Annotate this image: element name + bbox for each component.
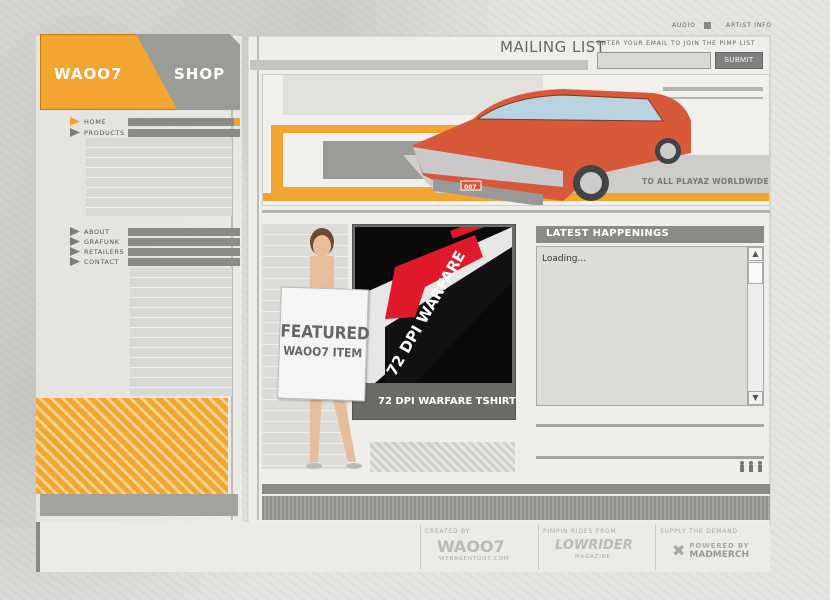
nav-item-retailers[interactable]: RETAILERS [70, 247, 240, 256]
arrow-icon [70, 128, 80, 137]
footer-caption: MAGAZINE [575, 554, 611, 560]
nav-bar [128, 257, 240, 266]
orange-hatch-panel [36, 398, 228, 494]
nav-bar [128, 117, 234, 126]
primary-nav: HOME PRODUCTS [70, 117, 240, 137]
news-scrollbar[interactable]: ▲ ▼ [747, 247, 763, 405]
hero-banner [262, 74, 770, 206]
nav-filler-lines [130, 268, 232, 396]
top-links: AUDIO ARTIST INFO [672, 22, 772, 29]
news-panel [536, 246, 764, 406]
nav-label: RETAILERS [84, 247, 125, 256]
featured-product-label[interactable]: 72 DPI WARFARE TSHIRT [378, 396, 516, 407]
logo-block[interactable]: WAOO7 SHOP [40, 34, 240, 110]
nav-bar [128, 227, 240, 236]
active-indicator [234, 117, 240, 126]
hero-tagline: TO ALL PLAYAZ WORLDWIDE [642, 177, 769, 186]
nav-label: ABOUT [84, 227, 110, 236]
bottom-bar [262, 484, 770, 494]
mailing-list-prompt: ENTER YOUR EMAIL TO JOIN THE PIMP LIST [597, 40, 756, 47]
arrow-icon [70, 237, 80, 246]
nav-item-products[interactable]: PRODUCTS [70, 128, 240, 137]
email-input[interactable] [597, 52, 711, 69]
audio-link[interactable]: AUDIO [672, 22, 696, 29]
footer-madmerch[interactable]: SUPPLY THE DEMAND ✖ POWERED BY MADMERCH [655, 524, 767, 570]
nav-label: CONTACT [84, 257, 120, 266]
nav-bar [128, 128, 240, 137]
nav-item-contact[interactable]: CONTACT [70, 257, 240, 266]
arrow-icon [70, 247, 80, 256]
artist-info-link[interactable]: ARTIST INFO [726, 22, 772, 29]
footer-created-by[interactable]: CREATED BY WAOO7 WEBAGENTOO7.COM [420, 524, 532, 570]
news-content: Loading... [542, 254, 587, 264]
powered-by: POWERED BY [689, 541, 750, 550]
footer-caption: SUPPLY THE DEMAND [660, 528, 738, 535]
mailing-list-title: MAILING LIST [500, 38, 606, 56]
audio-toggle-icon[interactable] [704, 22, 712, 29]
footer-lowrider[interactable]: PIMPIN RIDES FROM LOWRIDER MAGAZINE [538, 524, 650, 570]
arrow-icon [70, 117, 80, 126]
nav-filler-lines [86, 138, 232, 216]
sign-line-1: FEATURED [280, 321, 370, 345]
footer-caption: CREATED BY [425, 528, 471, 535]
scroll-thumb[interactable] [748, 262, 763, 284]
featured-sign: FEATURED WAOO7 ITEM [277, 286, 370, 402]
logo-shop: SHOP [174, 65, 226, 83]
submit-button[interactable]: SUBMIT [715, 52, 763, 69]
nav-bar [128, 247, 240, 256]
scroll-up-icon[interactable]: ▲ [748, 247, 763, 261]
latest-happenings-title: LATEST HAPPENINGS [536, 226, 764, 243]
footer-url: WEBAGENTOO7.COM [439, 556, 510, 562]
nav-item-home[interactable]: HOME [70, 117, 240, 126]
nav-item-grafunk[interactable]: GRAFUNK [70, 237, 240, 246]
people-icons [740, 461, 762, 472]
footer-caption: PIMPIN RIDES FROM [543, 528, 617, 535]
nav-label: GRAFUNK [84, 237, 120, 246]
lowrider-logo: LOWRIDER [555, 538, 633, 553]
license-plate: 007 [464, 184, 477, 191]
hatch-panel [370, 442, 515, 472]
arrow-icon [70, 227, 80, 236]
logo-waoo7: WAOO7 [54, 65, 123, 83]
waoo7-footer-logo: WAOO7 [437, 537, 505, 556]
madmerch-logo: MADMERCH [689, 549, 749, 560]
madmerch-x-icon: ✖ [672, 541, 686, 560]
bottom-strip [262, 496, 770, 520]
scroll-down-icon[interactable]: ▼ [748, 391, 763, 405]
secondary-nav: ABOUT GRAFUNK RETAILERS CONTACT [70, 227, 240, 266]
nav-label: PRODUCTS [84, 128, 125, 137]
nav-item-about[interactable]: ABOUT [70, 227, 240, 236]
hero-illustration [263, 75, 769, 205]
nav-label: HOME [84, 117, 107, 126]
nav-bar [128, 237, 240, 246]
arrow-icon [70, 257, 80, 266]
sign-line-2: WAOO7 ITEM [283, 343, 363, 361]
